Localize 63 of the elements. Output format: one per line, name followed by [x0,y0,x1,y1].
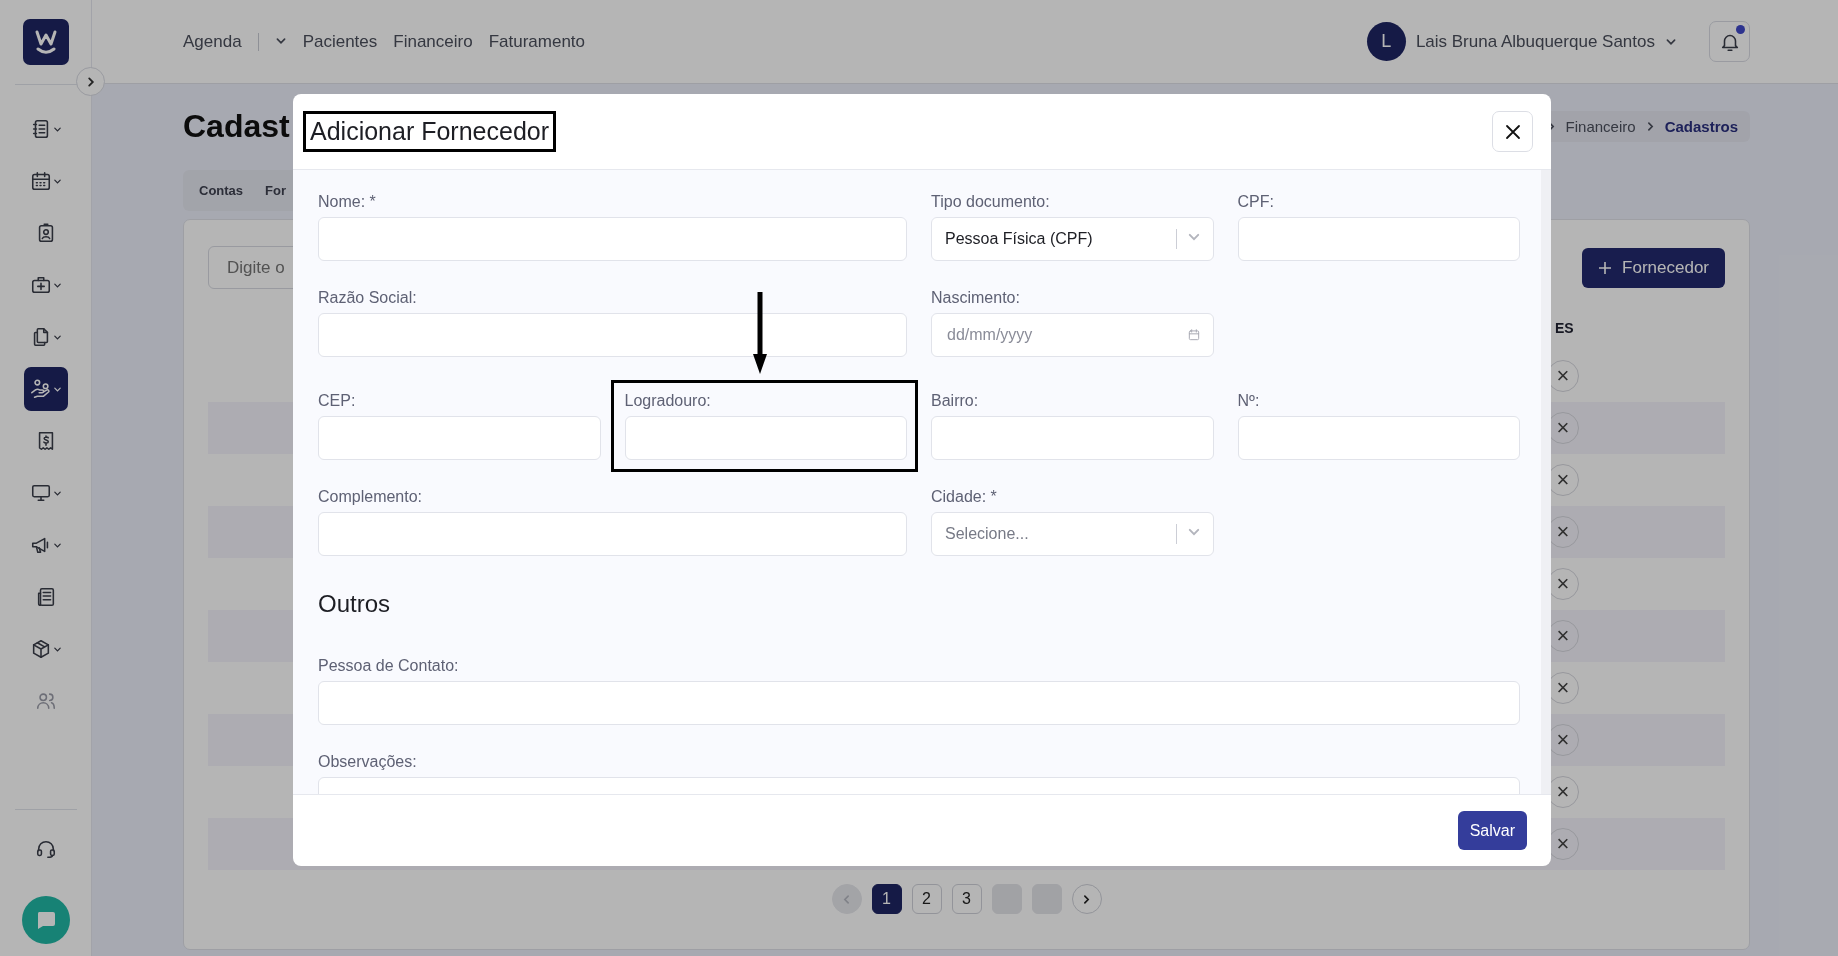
monitor-icon [29,482,52,504]
field-label: Pessoa de Contato: [318,656,460,675]
medical-bag-icon [29,274,52,296]
field-label: CEP: [318,391,357,410]
users-icon [34,690,57,712]
field-label: Observações: [318,752,418,771]
logo-icon[interactable] [22,19,69,65]
field-label: Nº: [1237,391,1261,410]
tab[interactable]: Contas [199,183,244,198]
scrollbar[interactable] [1541,170,1551,794]
input-field[interactable] [318,416,601,460]
user-name[interactable]: Lais Bruna Albuquerque Santos [1415,31,1655,52]
next-page-button[interactable] [1071,884,1102,914]
field-label: Bairro: [931,391,980,410]
field-label: Complemento: [318,487,424,506]
input-field[interactable] [318,313,907,357]
close-icon [1504,123,1521,140]
nav-link[interactable]: Faturamento [488,31,586,52]
input-field[interactable] [318,217,907,261]
field-label: Nome: * [318,192,377,211]
close-button[interactable] [1492,111,1533,152]
select-field[interactable]: Pessoa Física (CPF) [931,217,1214,261]
input-field[interactable] [318,512,907,556]
chevron-left-icon [841,893,852,905]
save-button[interactable]: Salvar [1457,811,1527,850]
avatar[interactable]: L [1366,22,1406,61]
hand-coins-icon [29,378,52,400]
calendar-icon [29,170,52,192]
calendar-icon [1186,328,1201,342]
page-button[interactable]: 1 [871,884,902,914]
input-field[interactable] [931,416,1214,460]
date-field[interactable]: dd/mm/yyyy [931,313,1214,357]
page-title: Cadast [183,107,290,145]
sidebar-item[interactable] [23,367,68,411]
nav-link[interactable]: Financeiro [393,31,473,52]
input-field[interactable] [318,681,1520,725]
tab[interactable]: For [265,183,286,198]
input-field[interactable] [1237,217,1520,261]
date-input[interactable]: dd/mm/yyyy [932,326,1187,344]
page-button[interactable]: 2 [911,884,942,914]
section-heading: Outros [318,590,392,618]
breadcrumb-item[interactable]: Financeiro [1565,117,1636,135]
page-button[interactable]: 3 [951,884,982,914]
field-label: CPF: [1237,192,1275,211]
dialog-title: Adicionar Fornecedor [303,111,556,152]
input-field[interactable] [1237,416,1520,460]
field-label: Tipo documento: [931,192,1051,211]
headset-icon [34,838,57,860]
input-field[interactable] [624,416,907,460]
column-header: ES [1555,320,1575,338]
field-label: Nascimento: [931,288,1021,307]
nav-link[interactable]: Pacientes [302,31,378,52]
field-label: Razão Social: [318,288,418,307]
field-label: Cidade: * [931,487,998,506]
nav-link[interactable]: Agenda [183,31,242,52]
field-label: Logradouro: [624,391,712,410]
chevron-right-icon [1081,893,1092,905]
add-button[interactable]: Fornecedor [1582,247,1725,288]
select-field[interactable]: Selecione... [931,512,1214,556]
notifications-button[interactable] [1709,21,1750,62]
chat-button[interactable] [21,896,70,944]
breadcrumb-item[interactable]: Cadastros [1664,117,1738,135]
plus-icon [1598,260,1613,275]
